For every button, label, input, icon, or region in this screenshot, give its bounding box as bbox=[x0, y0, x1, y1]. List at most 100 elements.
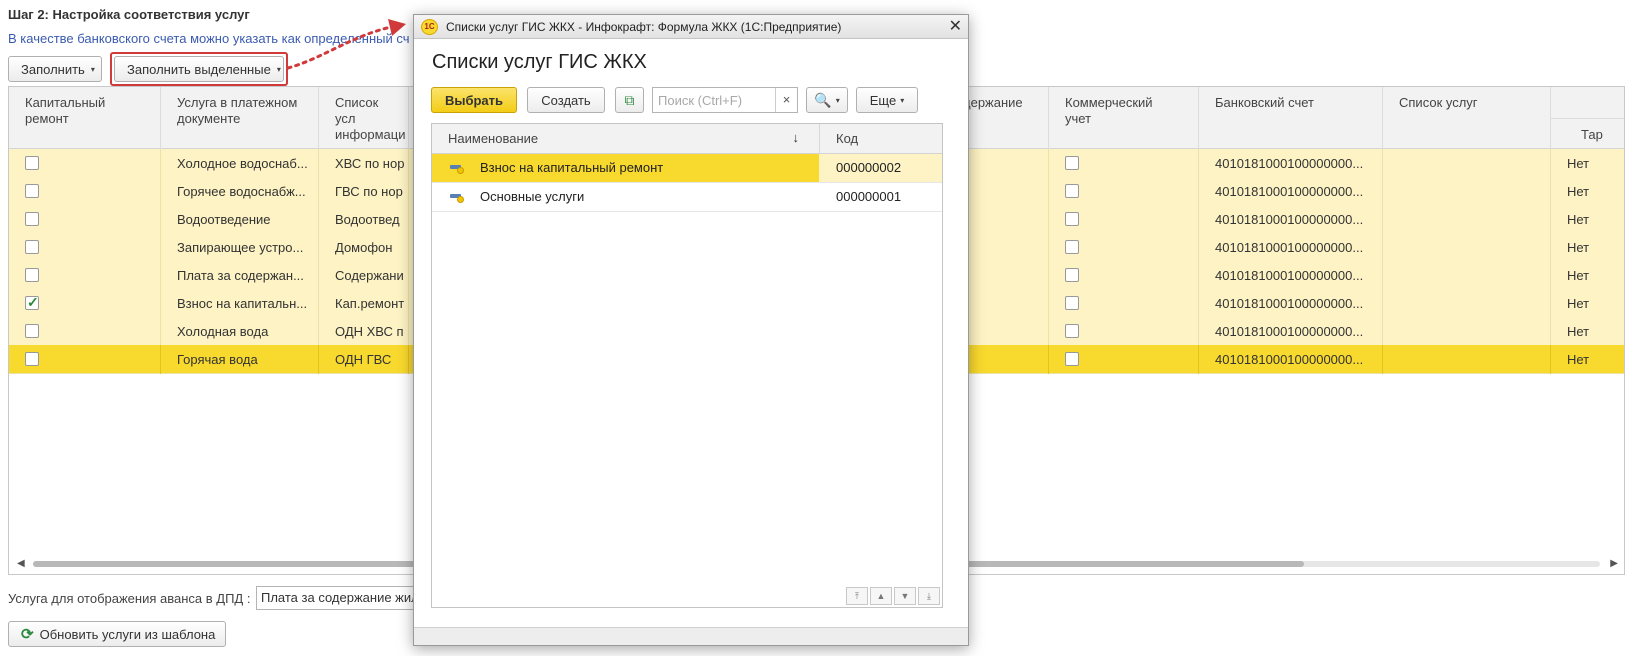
go-last-icon[interactable]: ⤓ bbox=[918, 587, 940, 605]
advance-service-field[interactable]: Плата за содержание жил bbox=[256, 586, 416, 610]
group-folder-icon bbox=[450, 192, 464, 203]
services-list[interactable]: Наименование ↓ Код Взнос на капитальный … bbox=[431, 123, 943, 608]
service-list-info-cell: Водоотвед bbox=[319, 205, 409, 234]
commercial-cell bbox=[1049, 205, 1199, 234]
col-tariff[interactable]: Тар bbox=[1551, 118, 1624, 149]
chevron-down-icon: ▾ bbox=[900, 95, 905, 105]
refresh-icon: ⟳ bbox=[21, 626, 34, 643]
refresh-services-button[interactable]: ⟳ Обновить услуги из шаблона bbox=[8, 621, 226, 647]
sort-arrow-icon: ↓ bbox=[792, 130, 800, 145]
service-list-cell bbox=[1383, 177, 1551, 206]
service-list-cell bbox=[1383, 345, 1551, 374]
col-name[interactable]: Наименование ↓ bbox=[432, 124, 820, 154]
list-item-label: Взнос на капитальный ремонт bbox=[480, 160, 664, 175]
commercial-cell bbox=[1049, 345, 1199, 374]
maintenance-cell bbox=[959, 177, 1049, 206]
fill-button-label: Заполнить bbox=[21, 61, 85, 77]
fill-selected-button[interactable]: Заполнить выделенные ▾ bbox=[114, 56, 284, 82]
col-maintenance[interactable]: держание bbox=[959, 87, 1049, 149]
capital-repair-cell bbox=[9, 261, 161, 290]
dialog-titlebar[interactable]: 1С Списки услуг ГИС ЖКХ - Инфокрафт: Фор… bbox=[414, 15, 968, 39]
select-button[interactable]: Выбрать bbox=[431, 87, 517, 113]
pointer-arrow-icon bbox=[286, 19, 406, 70]
maintenance-cell bbox=[959, 261, 1049, 290]
commercial-cell bbox=[1049, 289, 1199, 318]
service-list-info-cell: Содержани bbox=[319, 261, 409, 290]
col-group-header bbox=[1551, 87, 1624, 118]
service-list-info-cell: ОДН ХВС п bbox=[319, 317, 409, 346]
fill-selected-button-label: Заполнить выделенные bbox=[127, 61, 271, 77]
tariff-cell: Нет bbox=[1551, 233, 1624, 262]
capital-repair-cell bbox=[9, 149, 161, 178]
service-cell: Горячая вода bbox=[161, 345, 319, 374]
maintenance-cell bbox=[959, 233, 1049, 262]
more-button[interactable]: Еще ▾ bbox=[856, 87, 918, 113]
capital-repair-checkbox[interactable] bbox=[25, 184, 39, 198]
maintenance-cell bbox=[959, 205, 1049, 234]
list-item-code: 000000002 bbox=[836, 160, 902, 175]
fill-button[interactable]: Заполнить ▾ bbox=[8, 56, 102, 82]
scroll-left-icon[interactable]: ◀ bbox=[17, 555, 25, 573]
commercial-checkbox[interactable] bbox=[1065, 296, 1079, 310]
commercial-checkbox[interactable] bbox=[1065, 352, 1079, 366]
commercial-checkbox[interactable] bbox=[1065, 324, 1079, 338]
col-bank-account[interactable]: Банковский счет bbox=[1199, 87, 1383, 149]
tariff-cell: Нет bbox=[1551, 205, 1624, 234]
bank-account-cell: 4010181000100000000... bbox=[1199, 149, 1383, 178]
col-capital-repair[interactable]: Капитальный ремонт bbox=[9, 87, 161, 149]
go-up-icon[interactable]: ▲ bbox=[870, 587, 892, 605]
commercial-cell bbox=[1049, 233, 1199, 262]
capital-repair-checkbox[interactable] bbox=[25, 156, 39, 170]
search-options-button[interactable]: 🔍 ▾ bbox=[806, 87, 848, 113]
app-logo-icon: 1С bbox=[421, 19, 438, 35]
tariff-cell: Нет bbox=[1551, 261, 1624, 290]
capital-repair-checkbox[interactable]: ✓ bbox=[25, 294, 39, 310]
search-input[interactable] bbox=[653, 88, 773, 112]
col-code[interactable]: Код bbox=[820, 124, 858, 154]
col-service-list[interactable]: Список услуг bbox=[1383, 87, 1551, 149]
capital-repair-checkbox[interactable] bbox=[25, 324, 39, 338]
col-commercial[interactable]: Коммерческий учет bbox=[1049, 87, 1199, 149]
commercial-cell bbox=[1049, 261, 1199, 290]
list-item-name: Взнос на капитальный ремонт bbox=[432, 154, 819, 182]
scroll-right-icon[interactable]: ▶ bbox=[1610, 555, 1618, 573]
col-service-list-info[interactable]: Список усл информаци bbox=[319, 87, 409, 149]
tariff-cell: Нет bbox=[1551, 289, 1624, 318]
list-item[interactable]: Основные услуги 000000001 bbox=[432, 183, 942, 212]
bank-account-cell: 4010181000100000000... bbox=[1199, 289, 1383, 318]
close-icon[interactable]: ✕ bbox=[949, 15, 962, 39]
capital-repair-checkbox[interactable] bbox=[25, 352, 39, 366]
search-box[interactable]: × bbox=[652, 87, 798, 113]
service-cell: Холодное водоснаб... bbox=[161, 149, 319, 178]
commercial-checkbox[interactable] bbox=[1065, 156, 1079, 170]
service-list-cell bbox=[1383, 233, 1551, 262]
search-icon: 🔍 bbox=[814, 91, 832, 108]
capital-repair-cell bbox=[9, 317, 161, 346]
service-cell: Плата за содержан... bbox=[161, 261, 319, 290]
col-service[interactable]: Услуга в платежном документе bbox=[161, 87, 319, 149]
refresh-services-label: Обновить услуги из шаблона bbox=[39, 626, 216, 642]
capital-repair-checkbox[interactable] bbox=[25, 212, 39, 226]
service-list-info-cell: ХВС по нор bbox=[319, 149, 409, 178]
clear-search-icon[interactable]: × bbox=[775, 88, 797, 112]
step-title: Шаг 2: Настройка соответствия услуг bbox=[8, 7, 250, 22]
capital-repair-checkbox[interactable] bbox=[25, 240, 39, 254]
capital-repair-cell bbox=[9, 345, 161, 374]
commercial-checkbox[interactable] bbox=[1065, 184, 1079, 198]
col-name-label: Наименование bbox=[448, 131, 539, 146]
list-item-name: Основные услуги bbox=[432, 183, 819, 211]
commercial-checkbox[interactable] bbox=[1065, 212, 1079, 226]
list-item[interactable]: Взнос на капитальный ремонт 000000002 bbox=[432, 154, 942, 183]
capital-repair-checkbox[interactable] bbox=[25, 268, 39, 282]
copy-button[interactable]: ⧉ bbox=[615, 87, 644, 113]
go-first-icon[interactable]: ⤒ bbox=[846, 587, 868, 605]
create-button[interactable]: Создать bbox=[527, 87, 605, 113]
go-down-icon[interactable]: ▼ bbox=[894, 587, 916, 605]
capital-repair-cell bbox=[9, 177, 161, 206]
commercial-checkbox[interactable] bbox=[1065, 240, 1079, 254]
service-cell: Холодная вода bbox=[161, 317, 319, 346]
commercial-cell bbox=[1049, 149, 1199, 178]
maintenance-cell bbox=[959, 345, 1049, 374]
commercial-checkbox[interactable] bbox=[1065, 268, 1079, 282]
service-list-cell bbox=[1383, 149, 1551, 178]
